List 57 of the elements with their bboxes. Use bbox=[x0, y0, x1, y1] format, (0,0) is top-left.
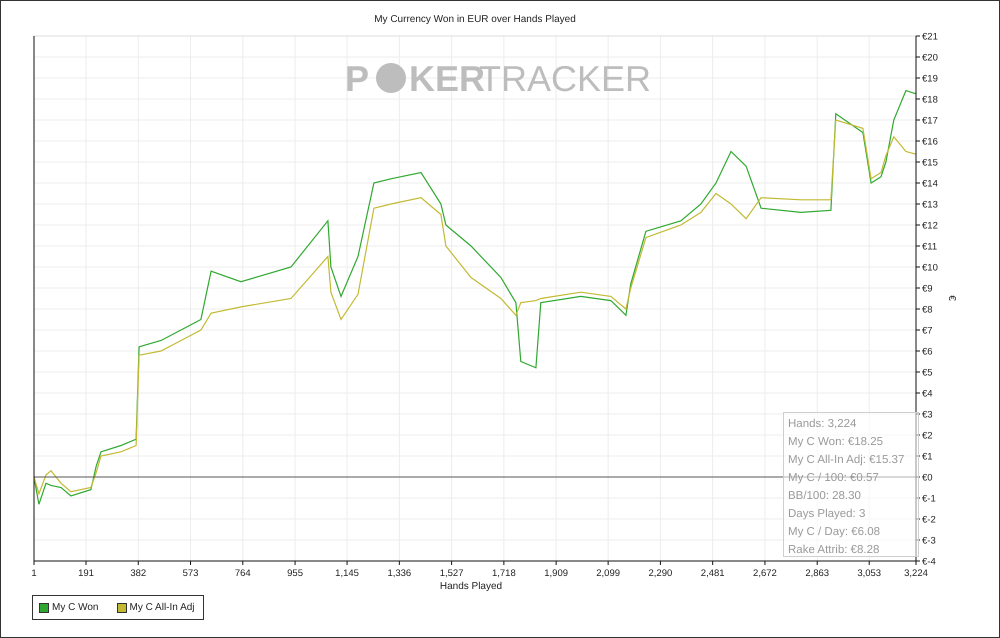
x-tick-label: 2,672 bbox=[753, 568, 777, 579]
x-tick-label: 573 bbox=[182, 568, 198, 579]
x-tick-label: 2,099 bbox=[596, 568, 620, 579]
stat-line: BB/100: 28.30 bbox=[788, 489, 862, 504]
x-tick-label: 1,909 bbox=[544, 568, 568, 579]
legend-label: My C Won bbox=[52, 602, 98, 613]
y-tick-label: €-1 bbox=[922, 494, 936, 504]
x-tick-label: 1 bbox=[31, 568, 37, 579]
x-tick-label: 2,863 bbox=[805, 568, 830, 579]
legend-label: My C All-In Adj bbox=[130, 602, 195, 613]
y-tick-label: €7 bbox=[922, 326, 933, 336]
x-tick-label: 191 bbox=[78, 568, 94, 579]
y-tick-label: €-4 bbox=[922, 556, 936, 568]
y-tick-label: €11 bbox=[922, 242, 938, 252]
x-tick-label: 2,290 bbox=[648, 568, 672, 579]
x-tick-label: 1,527 bbox=[440, 568, 464, 579]
y-tick-label: €5 bbox=[922, 368, 933, 378]
chart-title: My Currency Won in EUR over Hands Played bbox=[374, 14, 576, 25]
y-tick-label: €19 bbox=[922, 74, 938, 84]
x-tick-label: 1,336 bbox=[387, 568, 412, 579]
y-tick-label: €3 bbox=[922, 410, 933, 420]
stat-line: Days Played: 3 bbox=[788, 507, 866, 522]
x-tick-label: 2,481 bbox=[700, 568, 725, 579]
stat-line: Hands: 3,224 bbox=[788, 417, 858, 432]
y-tick-label: €17 bbox=[922, 116, 938, 126]
y-tick-label: €4 bbox=[922, 388, 933, 400]
y-tick-label: €16 bbox=[922, 136, 938, 148]
y-tick-label: €8 bbox=[922, 304, 933, 316]
y-tick-label: €14 bbox=[922, 178, 938, 190]
stat-line: My C / Day: €6.08 bbox=[788, 525, 882, 540]
y-tick-label: €21 bbox=[922, 32, 938, 42]
y-tick-label: €10 bbox=[922, 262, 938, 274]
x-tick-label: 955 bbox=[287, 568, 303, 579]
stat-line: Rake Attrib: €8.28 bbox=[788, 543, 880, 558]
y-tick-label: €12 bbox=[922, 220, 938, 232]
watermark-logo: P KERTRACKER bbox=[345, 58, 652, 99]
y-tick-label: €-3 bbox=[922, 536, 936, 546]
x-tick-label: 764 bbox=[234, 568, 251, 579]
x-tick-label: 1,718 bbox=[492, 568, 516, 579]
y-tick-label: €-2 bbox=[922, 514, 936, 526]
x-tick-label: 3,224 bbox=[904, 568, 928, 579]
y-tick-label: €1 bbox=[922, 452, 933, 462]
y-tick-label: €15 bbox=[922, 158, 938, 168]
y-axis-title: € bbox=[946, 295, 957, 301]
x-tick-label: 1,145 bbox=[335, 568, 359, 579]
y-tick-label: €13 bbox=[922, 200, 938, 210]
y-tick-label: €18 bbox=[922, 94, 938, 106]
stat-line: My C Won: €18.25 bbox=[788, 435, 884, 450]
y-tick-label: €20 bbox=[922, 52, 938, 64]
x-tick-label: 382 bbox=[130, 568, 146, 579]
y-tick-label: €6 bbox=[922, 346, 933, 358]
y-tick-label: €2 bbox=[922, 430, 933, 442]
stat-line: My C All-In Adj: €15.37 bbox=[788, 453, 906, 468]
x-axis-title: Hands Played bbox=[440, 581, 502, 592]
y-tick-label: €9 bbox=[922, 284, 933, 294]
x-tick-label: 3,053 bbox=[857, 568, 882, 579]
y-tick-label: €0 bbox=[922, 472, 933, 484]
